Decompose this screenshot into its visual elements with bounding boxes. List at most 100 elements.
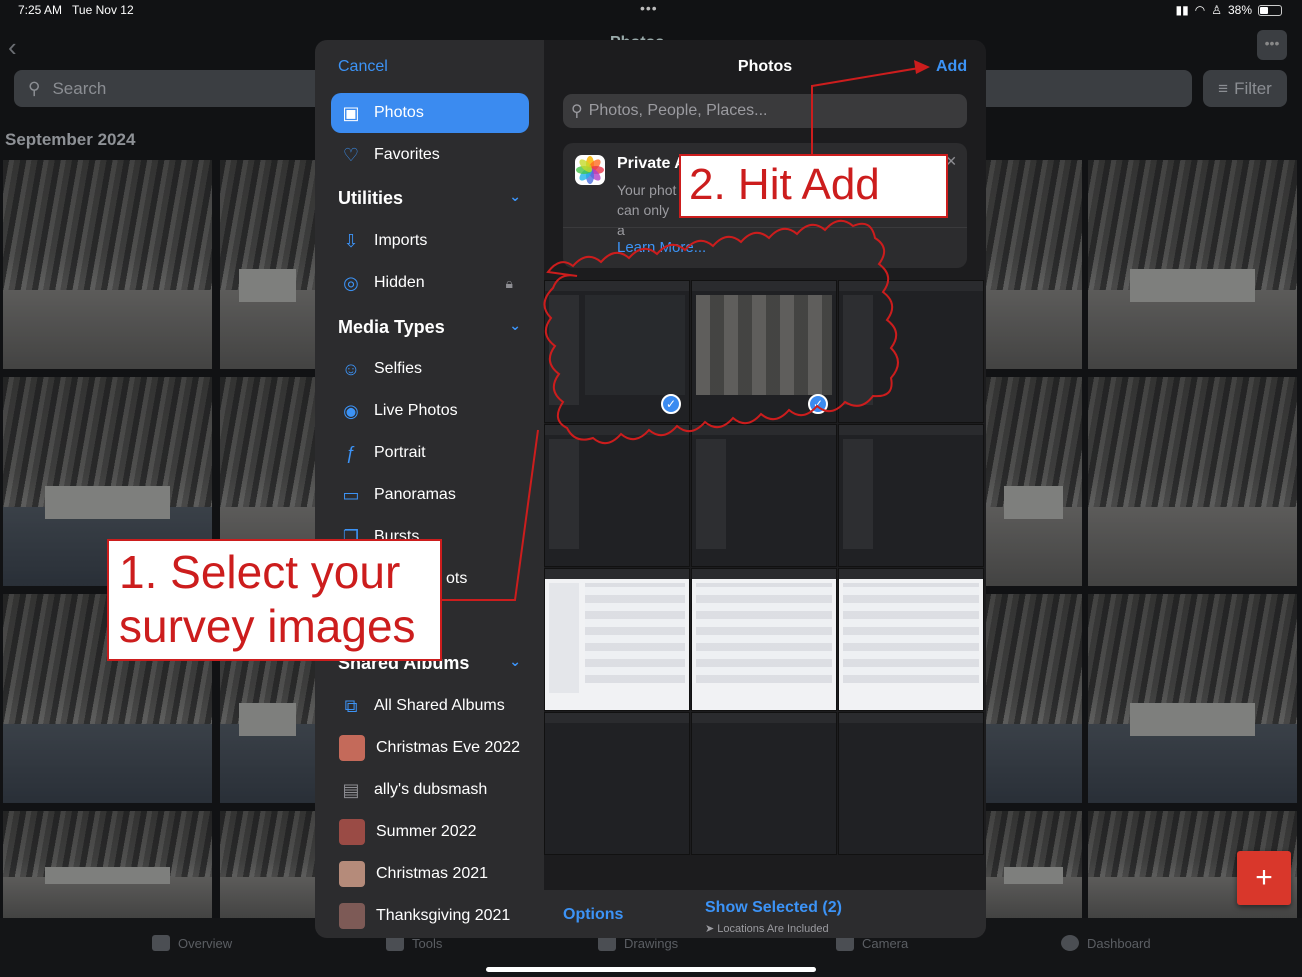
sidebar-item-label: Christmas Eve 2022 (376, 739, 521, 756)
sidebar-item-label: Panoramas (374, 486, 456, 503)
picker-sidebar: Cancel ▣ Photos ♡ Favorites Utilities ⌄ … (315, 40, 544, 938)
multitasking-dots-icon[interactable]: ••• (640, 0, 658, 16)
chevron-down-icon: ⌄ (509, 188, 521, 204)
sidebar-item-hidden[interactable]: ◎ Hidden 🔒︎ (331, 263, 529, 303)
background-search-placeholder: Search (52, 78, 107, 98)
photo-cell[interactable] (838, 280, 984, 423)
more-icon[interactable]: ••• (1257, 30, 1287, 60)
heart-icon: ♡ (342, 144, 360, 165)
chevron-down-icon: ⌄ (509, 653, 521, 669)
sidebar-item-label: ally's dubsmash (374, 781, 488, 798)
background-photo-thumbnail[interactable] (985, 811, 1082, 918)
background-photo-thumbnail[interactable] (985, 377, 1082, 586)
sidebar-item-label: All Shared Albums (374, 697, 505, 714)
picker-footer: Options Show Selected (2) ➤ Locations Ar… (544, 890, 986, 938)
sidebar-item-panoramas[interactable]: ▭ Panoramas (331, 475, 529, 515)
selfie-icon: ☺ (341, 358, 361, 379)
photo-cell[interactable] (838, 568, 984, 711)
grid-icon (152, 935, 170, 951)
photo-cell[interactable] (691, 424, 837, 567)
chevron-down-icon: ⌄ (509, 317, 521, 333)
locations-note: ➤ Locations Are Included (705, 923, 829, 935)
photo-cell[interactable] (691, 568, 837, 711)
background-photo-thumbnail[interactable] (220, 160, 315, 369)
photos-app-icon (575, 155, 605, 185)
sidebar-item-portrait[interactable]: ƒ Portrait (331, 433, 529, 473)
background-photo-thumbnail[interactable] (1088, 160, 1297, 369)
photo-cell[interactable] (544, 712, 690, 855)
sidebar-item-label: Portrait (374, 444, 426, 461)
sidebar-item-label: Imports (374, 232, 428, 249)
sidebar-item-label: Christmas 2021 (376, 865, 489, 882)
sidebar-item-album[interactable]: Thanksgiving 2021 (331, 896, 529, 936)
picker-search-placeholder: Photos, People, Places... (588, 102, 768, 119)
filter-button[interactable]: ≡ Filter (1203, 70, 1287, 107)
add-fab-button[interactable]: + (1237, 851, 1291, 905)
photo-cell[interactable] (838, 424, 984, 567)
background-search-bar[interactable]: ⚲ Search (14, 70, 344, 107)
photo-cell[interactable] (544, 568, 690, 711)
show-selected-button[interactable]: Show Selected (2) (705, 899, 842, 917)
shared-albums-icon: ⧉ (344, 695, 358, 716)
battery-icon (1258, 4, 1282, 16)
filter-label: Filter (1234, 78, 1272, 98)
privacy-body: Your phot can only a (617, 182, 677, 238)
photo-cell[interactable] (544, 424, 690, 567)
album-thumbnail (339, 861, 365, 887)
sidebar-item-album[interactable]: Christmas Eve 2022 (331, 728, 529, 768)
background-photo-thumbnail[interactable] (1088, 594, 1297, 803)
background-photo-thumbnail[interactable] (985, 160, 1082, 369)
learn-more-link[interactable]: Learn More... (617, 239, 706, 256)
panorama-icon: ▭ (342, 484, 360, 505)
picker-title: Photos (737, 58, 793, 75)
home-indicator[interactable] (486, 967, 816, 972)
sidebar-item-live-photos[interactable]: ◉ Live Photos (331, 391, 529, 431)
gauge-icon (1061, 935, 1079, 951)
back-icon[interactable]: ‹ (8, 32, 17, 63)
photo-cell[interactable]: ✓ (544, 280, 690, 423)
sidebar-item-label: Live Photos (374, 402, 458, 419)
section-heading: September 2024 (5, 130, 136, 149)
sidebar-item-label: ots (446, 570, 468, 587)
tab-overview[interactable]: Overview (152, 935, 232, 951)
utilities-heading[interactable]: Utilities ⌄ (338, 188, 521, 209)
background-photo-thumbnail[interactable] (3, 160, 212, 369)
sidebar-item-label: Photos (374, 104, 424, 121)
signal-icon: ▮▮ (1175, 3, 1189, 17)
media-types-heading[interactable]: Media Types ⌄ (338, 317, 521, 338)
sidebar-item-label: Thanksgiving 2021 (376, 907, 511, 924)
sidebar-item-imports[interactable]: ⇩ Imports (331, 221, 529, 261)
sidebar-item-album[interactable]: Christmas 2021 (331, 854, 529, 894)
photo-cell[interactable] (838, 712, 984, 855)
filter-icon: ≡ (1218, 78, 1229, 98)
sidebar-item-album[interactable]: ▤ ally's dubsmash (331, 770, 529, 810)
options-button[interactable]: Options (563, 906, 623, 924)
sidebar-item-album[interactable]: Summer 2022 (331, 812, 529, 852)
add-button[interactable]: Add (936, 58, 967, 76)
sidebar-item-label: Selfies (374, 360, 423, 377)
live-photo-icon: ◉ (343, 400, 359, 421)
cancel-button[interactable]: Cancel (338, 58, 388, 76)
album-thumbnail (339, 903, 365, 929)
background-photo-thumbnail[interactable] (985, 594, 1082, 803)
checkmark-icon: ✓ (661, 394, 681, 414)
person-icon: ♙ (1211, 3, 1222, 17)
sidebar-item-selfies[interactable]: ☺ Selfies (331, 349, 529, 389)
sidebar-item-photos[interactable]: ▣ Photos (331, 93, 529, 133)
background-photo-thumbnail[interactable] (220, 811, 315, 918)
sidebar-item-all-shared-albums[interactable]: ⧉ All Shared Albums (331, 686, 529, 726)
photo-cell[interactable]: ✓ (691, 280, 837, 423)
background-photo-thumbnail[interactable] (1088, 377, 1297, 586)
search-icon: ⚲ (28, 78, 41, 98)
lock-icon: 🔒︎ (505, 274, 513, 291)
status-time: 7:25 AM Tue Nov 12 (18, 3, 134, 17)
picker-search-input[interactable]: ⚲ Photos, People, Places... (563, 94, 967, 128)
tab-dashboard[interactable]: Dashboard (1061, 935, 1151, 951)
background-photo-thumbnail[interactable] (3, 811, 212, 918)
location-arrow-icon: ➤ (705, 923, 715, 935)
photo-cell[interactable] (691, 712, 837, 855)
sidebar-item-label: Hidden (374, 274, 425, 291)
privacy-title: Private A (617, 155, 686, 172)
sidebar-item-favorites[interactable]: ♡ Favorites (331, 135, 529, 175)
album-thumbnail (339, 819, 365, 845)
